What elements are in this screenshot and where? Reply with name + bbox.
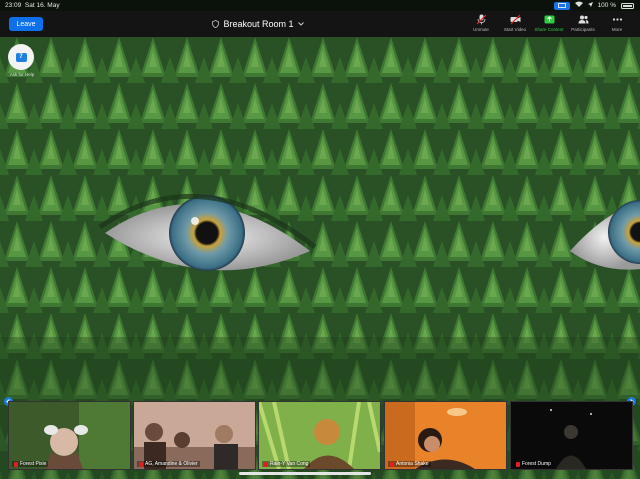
participant-video: [385, 402, 506, 469]
wifi-icon: [574, 0, 583, 11]
mic-muted-icon: [139, 461, 143, 467]
battery-icon: [621, 2, 634, 9]
unmute-button[interactable]: Unmute: [464, 14, 498, 32]
participant-video: [9, 402, 130, 469]
room-title: Breakout Room 1: [223, 19, 294, 29]
participant-tile[interactable]: AG, Amandine & Olivier: [133, 401, 256, 470]
screen-mirror-icon[interactable]: [553, 1, 570, 10]
participant-name: Antonia Shake: [388, 461, 431, 467]
participant-name: Forest Pixie: [12, 461, 49, 467]
share-content-button[interactable]: Share Content: [532, 14, 566, 32]
participants-button[interactable]: Participants: [566, 14, 600, 32]
participant-name: Forest Dump: [514, 461, 553, 467]
mic-muted-icon: [264, 461, 268, 467]
chevron-down-icon: [297, 22, 304, 26]
start-video-button[interactable]: Start Video: [498, 14, 532, 32]
participant-video: [511, 402, 632, 469]
mic-muted-icon: [14, 461, 18, 467]
avatar-badge: 7: [15, 52, 27, 62]
status-time-date: 23:09 Sat 16. May: [5, 2, 60, 9]
participant-name: Rain-Y Van Cong: [262, 461, 311, 467]
status-bar: 23:09 Sat 16. May 100 %: [0, 0, 640, 11]
participant-tile[interactable]: Antonia Shake: [384, 401, 507, 470]
participant-tile[interactable]: Rain-Y Van Cong: [258, 401, 381, 470]
mic-muted-icon: [516, 461, 520, 467]
location-icon: [587, 0, 593, 11]
participant-tile[interactable]: Forest Dump: [510, 401, 633, 470]
video-off-icon: [510, 14, 520, 25]
participant-video: [134, 402, 255, 469]
participants-icon: [578, 15, 588, 24]
more-button[interactable]: More: [600, 14, 634, 32]
participant-strip: Forest Pixie AG, Amandine & Olivier Rain…: [0, 398, 640, 470]
more-icon: [612, 18, 622, 21]
leave-button[interactable]: Leave: [9, 17, 43, 31]
participant-video: [259, 402, 380, 469]
battery-percent: 100 %: [597, 2, 616, 9]
room-title-selector[interactable]: Breakout Room 1: [208, 16, 308, 32]
meeting-toolbar: Leave Breakout Room 1 Unmute Start Video…: [0, 11, 640, 37]
mic-muted-icon: [476, 14, 486, 25]
self-avatar[interactable]: 7: [8, 44, 34, 70]
share-screen-icon: [544, 15, 554, 24]
home-indicator[interactable]: [239, 472, 371, 475]
ask-for-help-label[interactable]: Ask for Help: [5, 72, 39, 77]
mic-muted-icon: [390, 461, 394, 467]
participant-tile[interactable]: Forest Pixie: [8, 401, 131, 470]
shield-icon: [212, 20, 220, 28]
participant-name: AG, Amandine & Olivier: [137, 461, 200, 467]
